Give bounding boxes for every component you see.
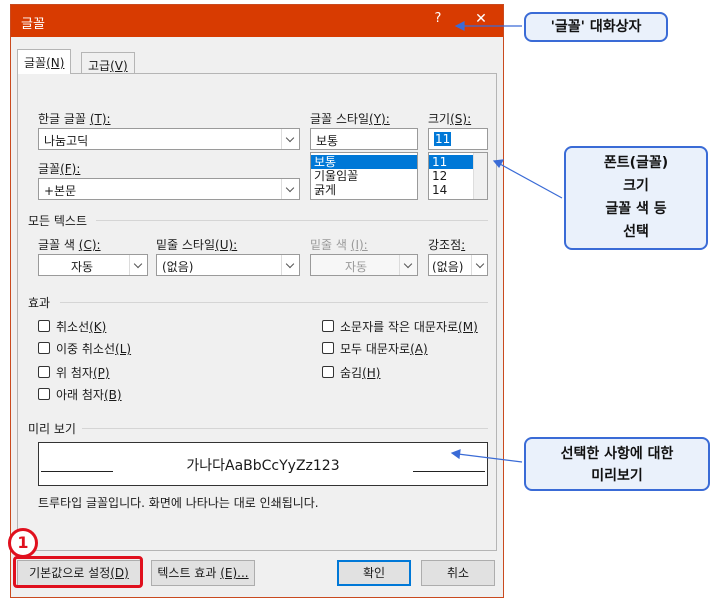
arrow-line bbox=[457, 453, 523, 463]
tab-font[interactable]: 글꼴(N) bbox=[17, 49, 72, 74]
arrowhead-icon bbox=[492, 159, 505, 169]
arrow-line bbox=[499, 163, 563, 199]
tab-font-key: (N) bbox=[46, 56, 65, 70]
callout-arrows bbox=[450, 21, 563, 463]
tab-font-label: 글꼴 bbox=[24, 56, 47, 70]
arrowhead-icon bbox=[454, 21, 465, 31]
arrowhead-icon bbox=[450, 449, 461, 460]
